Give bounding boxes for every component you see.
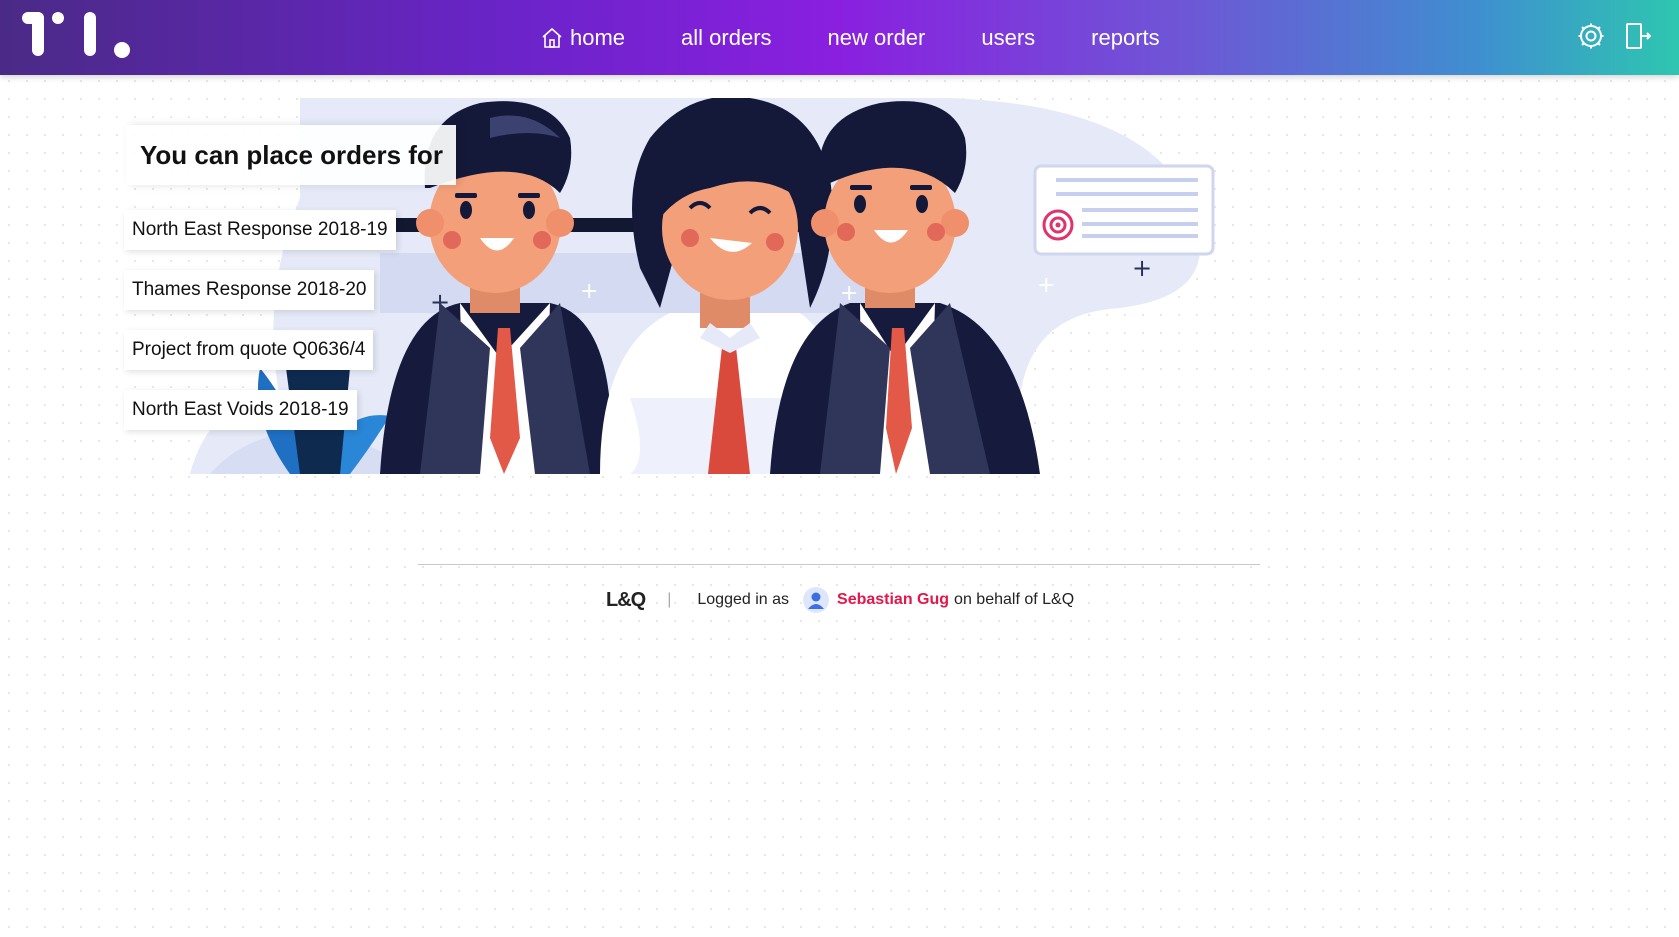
app-logo[interactable] <box>22 12 140 62</box>
contract-list: North East Response 2018-19 Thames Respo… <box>124 210 396 450</box>
home-icon <box>542 27 562 48</box>
contract-thames-response[interactable]: Thames Response 2018-20 <box>124 270 375 310</box>
brand-logo: L&Q <box>606 588 646 611</box>
avatar <box>803 587 830 613</box>
top-navigation-bar: home all orders new order users reports <box>0 0 1679 75</box>
footer-divider <box>418 564 1260 565</box>
svg-text:+: + <box>580 279 598 304</box>
nav-home[interactable]: home <box>540 25 625 51</box>
contract-project-from-quote[interactable]: Project from quote Q0636/4 <box>124 330 374 370</box>
gear-icon[interactable] <box>1577 22 1605 50</box>
footer-separator: | <box>667 591 672 608</box>
footer: L&Q | Logged in as Sebastian Gug on beha… <box>606 584 1074 616</box>
logged-in-label: Logged in as <box>697 591 790 608</box>
nav-users[interactable]: users <box>981 25 1035 51</box>
svg-text:+: + <box>1037 273 1055 298</box>
contract-north-east-response[interactable]: North East Response 2018-19 <box>124 210 396 250</box>
header-actions <box>1577 22 1651 50</box>
nav-home-label: home <box>570 24 626 50</box>
nav-all-orders[interactable]: all orders <box>681 25 771 51</box>
nav-new-order[interactable]: new order <box>828 25 926 51</box>
main-nav: home all orders new order users reports <box>540 0 1160 75</box>
orders-heading: You can place orders for <box>126 125 456 185</box>
user-name-link[interactable]: Sebastian Gug <box>837 591 949 609</box>
nav-reports[interactable]: reports <box>1091 25 1159 51</box>
svg-text:+: + <box>1132 254 1152 282</box>
contract-north-east-voids[interactable]: North East Voids 2018-19 <box>124 390 357 430</box>
svg-text:+: + <box>840 281 858 306</box>
on-behalf-label: on behalf of L&Q <box>954 591 1075 608</box>
logout-icon[interactable] <box>1623 22 1651 50</box>
